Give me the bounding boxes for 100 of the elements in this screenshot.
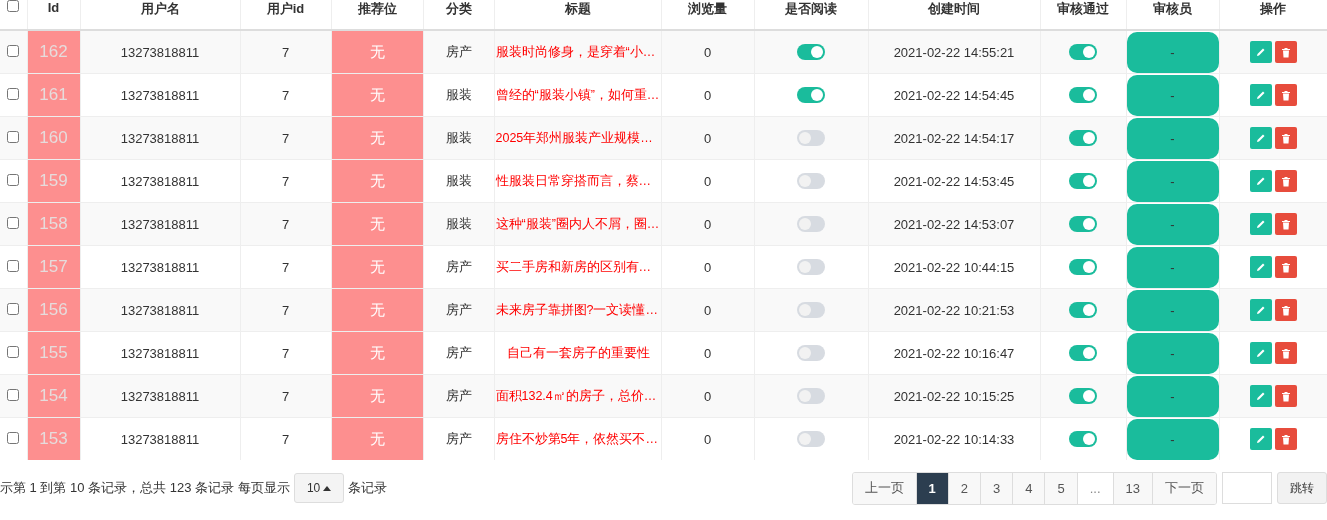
next-page-button[interactable]: 下一页 [1152,472,1216,504]
edit-button[interactable] [1249,299,1272,321]
toggle-switch[interactable] [797,345,825,362]
page-number-field[interactable] [1222,472,1272,504]
toggle-switch[interactable] [797,44,825,61]
toggle-switch[interactable] [1069,44,1097,61]
views-cell: 0 [703,431,712,447]
category-cell: 服装 [445,173,472,188]
row-checkbox[interactable] [7,345,20,358]
delete-button[interactable] [1274,342,1297,364]
row-checkbox[interactable] [7,388,20,401]
edit-button[interactable] [1249,256,1272,278]
page-size-select[interactable]: 10 [294,473,345,503]
created-time-cell: 2021-02-22 14:54:45 [893,87,1015,103]
prev-page-button[interactable]: 上一页 [852,472,916,504]
column-header: 用户id [266,1,305,16]
toggle-switch[interactable] [797,216,825,233]
column-header: Id [47,0,60,15]
user-id-cell: 7 [281,130,290,146]
page-button[interactable]: 4 [1012,472,1045,504]
trash-icon [1280,132,1291,144]
delete-button[interactable] [1274,385,1297,407]
page-button[interactable]: 3 [980,472,1013,504]
toggle-switch[interactable] [1069,302,1097,319]
delete-button[interactable] [1274,256,1297,278]
page-button[interactable]: 13 [1112,472,1152,504]
column-header: 分类 [445,1,472,16]
column-header: 是否阅读 [785,1,837,16]
toggle-switch[interactable] [797,431,825,448]
row-checkbox[interactable] [7,87,20,100]
recommend-cell: 无 [331,30,423,74]
select-all-checkbox[interactable] [7,0,20,12]
recommend-cell: 无 [331,73,423,117]
created-time-cell: 2021-02-22 10:44:15 [893,259,1015,275]
row-checkbox[interactable] [7,431,20,444]
jump-button[interactable]: 跳转 [1277,472,1327,504]
username-cell: 13273818811 [120,302,200,318]
toggle-switch[interactable] [1069,130,1097,147]
reviewer-badge: - [1126,74,1219,116]
title-link[interactable]: 买二手房和新房的区别有… [495,259,651,274]
edit-button[interactable] [1249,170,1272,192]
username-cell: 13273818811 [120,216,200,232]
pencil-icon [1255,47,1266,57]
toggle-switch[interactable] [1069,216,1097,233]
reviewer-badge: - [1126,117,1219,159]
title-link[interactable]: 曾经的“服装小镇”，如何重… [495,87,660,102]
toggle-switch[interactable] [1069,388,1097,405]
id-cell: 154 [27,374,80,418]
edit-button[interactable] [1249,84,1272,106]
column-header: 用户名 [140,1,180,16]
toggle-switch[interactable] [797,130,825,147]
page-button[interactable]: 5 [1044,472,1077,504]
toggle-switch[interactable] [1069,87,1097,104]
row-checkbox[interactable] [7,302,20,315]
delete-button[interactable] [1274,41,1297,63]
row-checkbox[interactable] [7,173,20,186]
edit-button[interactable] [1249,342,1272,364]
delete-button[interactable] [1274,170,1297,192]
toggle-switch[interactable] [797,173,825,190]
toggle-switch[interactable] [1069,431,1097,448]
row-checkbox[interactable] [7,259,20,272]
trash-icon [1280,175,1291,187]
title-link[interactable]: 房住不炒第5年，依然买不… [495,431,658,446]
toggle-switch[interactable] [1069,173,1097,190]
username-cell: 13273818811 [120,173,200,189]
delete-button[interactable] [1274,213,1297,235]
delete-button[interactable] [1274,127,1297,149]
trash-icon [1280,304,1291,316]
toggle-switch[interactable] [1069,345,1097,362]
recommend-cell: 无 [331,374,423,418]
page-button[interactable]: 2 [947,472,980,504]
category-cell: 房产 [445,302,472,317]
toggle-switch[interactable] [797,388,825,405]
row-checkbox[interactable] [7,44,20,57]
toggle-switch[interactable] [1069,259,1097,276]
column-header: 操作 [1260,1,1287,16]
row-checkbox[interactable] [7,130,20,143]
toggle-switch[interactable] [797,259,825,276]
delete-button[interactable] [1274,428,1297,450]
delete-button[interactable] [1274,84,1297,106]
user-id-cell: 7 [281,431,290,447]
edit-button[interactable] [1249,385,1272,407]
edit-button[interactable] [1249,428,1272,450]
title-link[interactable]: 自己有一套房子的重要性 [506,345,650,360]
edit-button[interactable] [1249,127,1272,149]
edit-button[interactable] [1249,41,1272,63]
delete-button[interactable] [1274,299,1297,321]
views-cell: 0 [703,44,712,60]
trash-icon [1280,89,1291,101]
toggle-switch[interactable] [797,87,825,104]
row-checkbox[interactable] [7,216,20,229]
views-cell: 0 [703,259,712,275]
pencil-icon [1255,176,1266,186]
column-header: 审核员 [1153,1,1192,16]
pencil-icon [1255,434,1266,444]
user-id-cell: 7 [281,44,290,60]
toggle-switch[interactable] [797,302,825,319]
edit-button[interactable] [1249,213,1272,235]
page-button[interactable]: 1 [915,472,948,504]
title-link[interactable]: 性服装日常穿搭而言，蔡… [495,173,651,188]
